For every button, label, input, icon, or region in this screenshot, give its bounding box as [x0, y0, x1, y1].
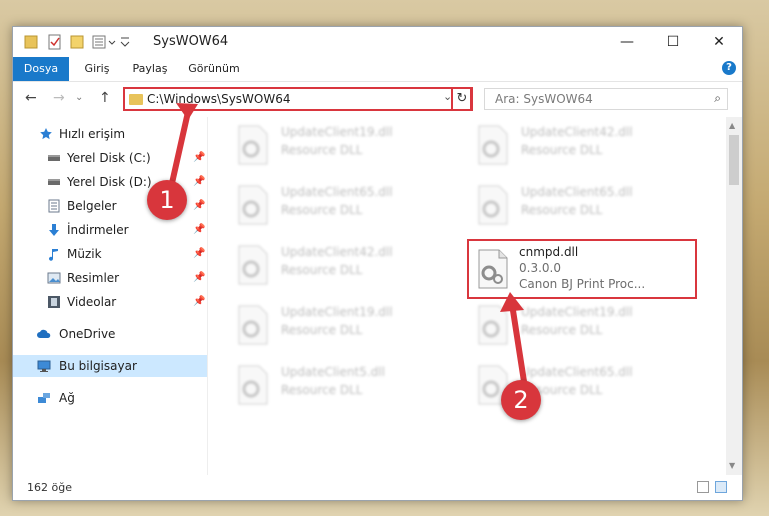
arrowhead-1	[176, 103, 198, 120]
annotation-arrows	[167, 103, 528, 391]
arrow-2	[509, 301, 528, 391]
callout-1: 1	[147, 180, 187, 220]
arrowhead-2	[500, 292, 524, 312]
callout-2: 2	[501, 380, 541, 420]
